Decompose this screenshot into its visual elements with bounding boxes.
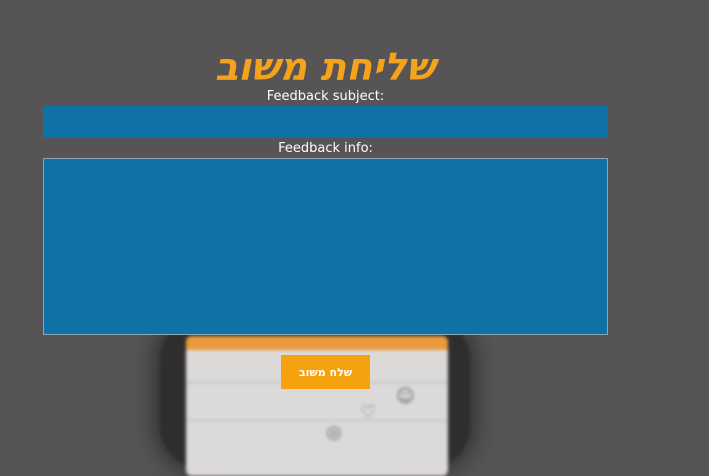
send-feedback-button[interactable]: שלח משוב: [281, 355, 370, 389]
location-icon: ◎: [326, 422, 342, 443]
feedback-info-textarea[interactable]: [43, 158, 608, 335]
background-phone-image: ☺ ♡ ◎: [160, 318, 470, 476]
feedback-subject-input[interactable]: [43, 106, 608, 138]
page-title: שליחת משוב: [214, 45, 436, 89]
user-icon: ☺: [396, 386, 415, 407]
background-phone-topbar: [186, 336, 448, 350]
feedback-subject-label: Feedback subject:: [266, 89, 385, 104]
feedback-info-label: Feedback info:: [278, 141, 373, 156]
background-phone-divider: [186, 420, 448, 421]
heart-icon: ♡: [360, 402, 377, 423]
